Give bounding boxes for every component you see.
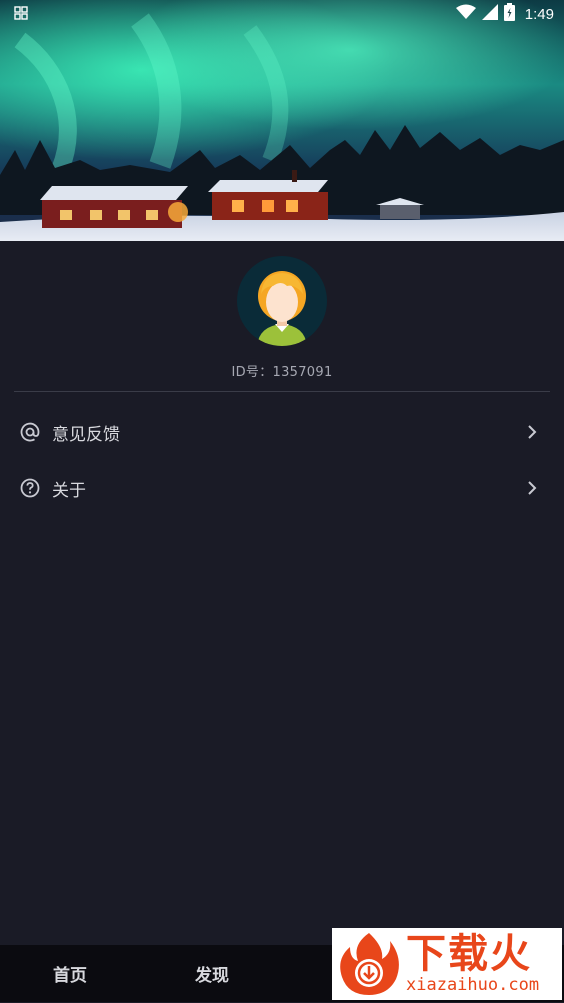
menu-item-label: 关于 — [52, 480, 86, 501]
user-id-label: ID号：1357091 — [231, 365, 333, 380]
battery-icon — [503, 3, 515, 25]
chevron-right-icon — [526, 480, 538, 496]
nav-tab-discover[interactable]: 发现 — [162, 945, 262, 1002]
status-bar: 1:49 — [0, 0, 564, 28]
signal-icon — [481, 4, 498, 24]
avatar-illustration — [257, 271, 307, 346]
watermark-brand: 下载火 — [406, 931, 532, 977]
question-circle-icon — [20, 478, 40, 498]
at-icon — [20, 422, 40, 442]
divider — [14, 391, 550, 392]
watermark-url: xiazaihuo.com — [406, 975, 540, 995]
menu-item-label: 意见反馈 — [52, 424, 120, 445]
nav-tab-home[interactable]: 首页 — [20, 945, 120, 1002]
chevron-right-icon — [526, 424, 538, 440]
wifi-icon — [455, 4, 476, 24]
menu-item-feedback[interactable]: 意见反馈 — [0, 406, 564, 458]
user-avatar[interactable] — [237, 256, 327, 346]
watermark-overlay: 下载火 xiazaihuo.com — [332, 928, 562, 1000]
status-time: 1:49 — [524, 5, 554, 23]
status-icons: 1:49 — [455, 3, 554, 25]
flame-logo-icon — [334, 929, 404, 999]
notification-grid-icon — [14, 5, 28, 24]
header-banner-image — [0, 0, 564, 241]
menu-item-about[interactable]: 关于 — [0, 462, 564, 514]
